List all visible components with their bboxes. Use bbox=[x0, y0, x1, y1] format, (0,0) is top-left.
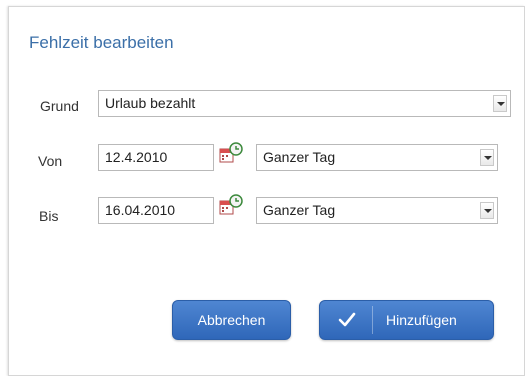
chevron-down-icon[interactable] bbox=[480, 149, 494, 166]
button-divider bbox=[372, 306, 373, 334]
to-date-value: 16.04.2010 bbox=[105, 202, 176, 218]
from-period-select[interactable]: Ganzer Tag bbox=[256, 144, 498, 171]
reason-value: Urlaub bezahlt bbox=[105, 95, 196, 111]
to-date-input[interactable]: 16.04.2010 bbox=[98, 197, 214, 224]
edit-absence-dialog: Fehlzeit bearbeiten Grund Urlaub bezahlt… bbox=[8, 6, 525, 376]
reason-label: Grund bbox=[40, 98, 79, 114]
from-date-value: 12.4.2010 bbox=[105, 149, 168, 165]
add-button[interactable]: Hinzufügen bbox=[319, 300, 494, 340]
from-label: Von bbox=[38, 153, 63, 169]
reason-select[interactable]: Urlaub bezahlt bbox=[98, 90, 511, 117]
cancel-button[interactable]: Abbrechen bbox=[172, 300, 291, 340]
cancel-button-label: Abbrechen bbox=[197, 312, 266, 328]
calendar-icon[interactable] bbox=[217, 193, 243, 217]
chevron-down-icon[interactable] bbox=[493, 95, 507, 112]
to-period-value: Ganzer Tag bbox=[263, 202, 336, 218]
from-date-input[interactable]: 12.4.2010 bbox=[98, 144, 214, 171]
from-period-value: Ganzer Tag bbox=[263, 149, 336, 165]
chevron-down-icon[interactable] bbox=[480, 202, 494, 219]
check-icon bbox=[338, 312, 356, 327]
add-button-label: Hinzufügen bbox=[386, 312, 457, 328]
calendar-icon[interactable] bbox=[217, 141, 243, 165]
to-label: Bis bbox=[39, 208, 59, 224]
dialog-title: Fehlzeit bearbeiten bbox=[29, 33, 174, 52]
to-period-select[interactable]: Ganzer Tag bbox=[256, 197, 498, 224]
